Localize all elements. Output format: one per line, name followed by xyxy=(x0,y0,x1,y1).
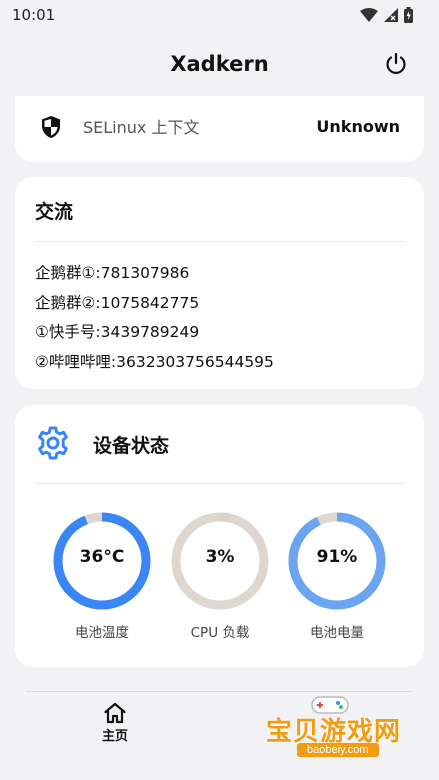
device-status-card: 设备状态 36°C 电池温度 3% CPU 负载 91% 电池电量 xyxy=(15,405,424,667)
selinux-value: Unknown xyxy=(316,116,400,136)
status-icons xyxy=(360,7,413,23)
app-bar: Xadkern xyxy=(0,40,439,88)
battery-icon xyxy=(404,7,413,23)
signal-icon xyxy=(384,8,398,22)
wifi-icon xyxy=(360,8,378,22)
list-item: 企鹅群①:781307986 xyxy=(35,264,190,282)
gauge-label: CPU 负载 xyxy=(190,625,250,641)
watermark-url: baobeiy.com xyxy=(297,743,379,757)
gauge-value: 91% xyxy=(316,547,358,567)
divider xyxy=(35,241,405,242)
battery-level-gauge: 91% 电池电量 xyxy=(285,509,389,641)
gauge-value: 3% xyxy=(205,547,235,567)
communication-title: 交流 xyxy=(35,201,74,223)
shield-icon xyxy=(42,116,60,138)
bottom-nav-divider xyxy=(26,691,413,692)
gauge-label: 电池温度 xyxy=(75,625,129,641)
power-icon[interactable] xyxy=(383,51,409,77)
gauge-value: 36°C xyxy=(79,547,125,567)
list-item: ②哔哩哔哩:3632303756544595 xyxy=(35,352,274,371)
selinux-row: SELinux 上下文 Unknown xyxy=(15,110,424,142)
list-item: ①快手号:3439789249 xyxy=(35,323,200,341)
cpu-load-gauge: 3% CPU 负载 xyxy=(168,509,272,641)
status-time: 10:01 xyxy=(12,6,56,24)
gear-icon xyxy=(38,426,68,460)
status-bar: 10:01 xyxy=(0,0,439,30)
gauges: 36°C 电池温度 3% CPU 负载 91% 电池电量 xyxy=(15,509,424,641)
battery-temperature-gauge: 36°C 电池温度 xyxy=(50,509,154,641)
watermark: 宝贝游戏网 baobeiy.com xyxy=(262,693,432,777)
divider xyxy=(35,483,405,484)
list-item: 企鹅群②:1075842775 xyxy=(35,293,200,312)
home-icon xyxy=(104,702,126,724)
device-status-title: 设备状态 xyxy=(93,435,170,457)
selinux-label: SELinux 上下文 xyxy=(83,118,200,137)
communication-list: 企鹅群①:781307986 企鹅群②:1075842775 ①快手号:3439… xyxy=(35,259,274,377)
communication-card: 交流 企鹅群①:781307986 企鹅群②:1075842775 ①快手号:3… xyxy=(15,177,424,389)
app-title: Xadkern xyxy=(170,52,269,76)
bottom-nav-home-label: 主页 xyxy=(101,729,128,744)
selinux-card: SELinux 上下文 Unknown xyxy=(15,96,424,162)
gauge-label: 电池电量 xyxy=(310,625,364,641)
bottom-nav-home[interactable]: 主页 xyxy=(90,702,140,752)
